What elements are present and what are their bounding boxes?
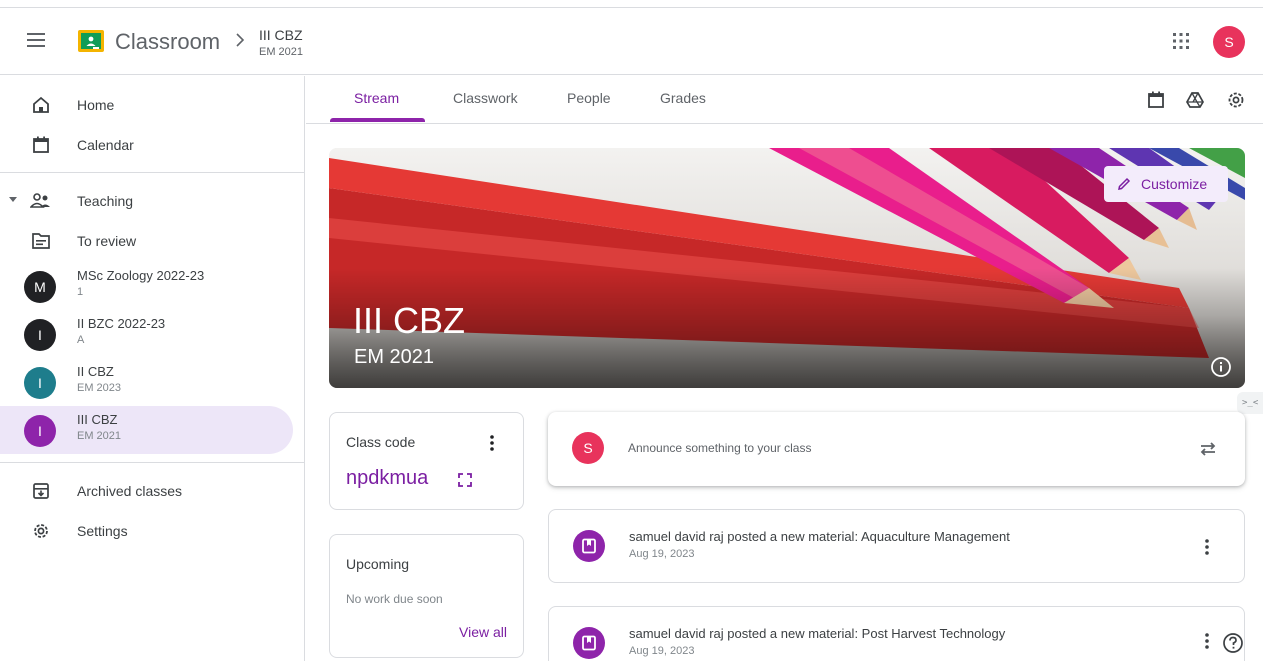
class-tabs: Stream Classwork People Grades [306,76,1263,124]
post-more-button[interactable] [1197,629,1217,653]
repost-icon[interactable] [1196,437,1220,461]
stream-post[interactable]: samuel david raj posted a new material: … [548,606,1245,661]
sidebar-item-teaching[interactable]: Teaching [0,180,293,220]
class-section: EM 2021 [77,430,122,442]
account-avatar[interactable]: S [1213,26,1245,58]
view-all-link[interactable]: View all [459,624,507,640]
breadcrumb-class-section: EM 2021 [259,46,304,58]
class-code-card: Class code npdkmua [329,412,524,510]
sidebar-class-iii-cbz[interactable]: I III CBZ EM 2021 [0,406,293,454]
sidebar-item-archived[interactable]: Archived classes [0,470,293,510]
class-section: 1 [77,286,84,298]
class-banner: III CBZ EM 2021 Customize [329,148,1245,388]
post-title: samuel david raj posted a new material: … [629,626,1006,641]
post-date: Aug 19, 2023 [629,645,695,657]
material-icon [573,530,605,562]
archive-icon [30,480,52,502]
hamburger-icon [27,33,45,47]
tab-classwork[interactable]: Classwork [453,90,518,106]
post-more-button[interactable] [1197,535,1217,559]
home-icon [30,94,52,116]
sidebar-divider [0,172,305,173]
sidebar-class-ii-bzc[interactable]: I II BZC 2022-23 A [0,310,293,358]
class-name: III CBZ [77,412,118,427]
class-name: II CBZ [77,364,114,379]
people-icon [30,190,52,212]
class-section: A [77,334,85,346]
banner-gradient-overlay [329,268,1245,388]
app-name[interactable]: Classroom [115,29,220,55]
tab-people[interactable]: People [567,90,611,106]
gear-icon [30,520,52,542]
class-name: MSc Zoology 2022-23 [77,268,205,283]
material-icon [573,627,605,659]
class-name: II BZC 2022-23 [77,316,166,331]
sidebar-item-settings[interactable]: Settings [0,510,293,550]
post-title: samuel david raj posted a new material: … [629,529,1010,544]
sidebar-item-label: To review [77,233,137,249]
more-vert-icon [1205,539,1209,555]
class-section: EM 2023 [77,382,122,394]
announce-box[interactable]: S Announce something to your class [548,412,1245,486]
class-avatar: M [24,271,56,303]
fullscreen-icon[interactable] [458,473,472,487]
sidebar-class-msc-zoology[interactable]: M MSc Zoology 2022-23 1 [0,262,293,310]
more-vert-icon [1205,633,1209,649]
upcoming-title: Upcoming [346,556,410,572]
google-apps-icon[interactable] [1170,30,1192,52]
class-code-more-button[interactable] [482,431,502,455]
customize-button[interactable]: Customize [1104,166,1228,202]
sidebar-item-label: Calendar [77,137,134,153]
tab-grades[interactable]: Grades [660,90,706,106]
more-vert-icon [490,435,494,451]
calendar-icon[interactable] [1146,90,1166,110]
post-date: Aug 19, 2023 [629,548,695,560]
pencil-icon [1118,177,1131,190]
sidebar-item-calendar[interactable]: Calendar [0,124,293,164]
classroom-logo-icon[interactable] [78,30,104,52]
help-icon[interactable] [1222,632,1244,654]
sidebar-item-to-review[interactable]: To review [0,220,293,260]
upcoming-empty-text: No work due soon [346,592,443,606]
sidebar-item-label: Teaching [77,193,134,209]
caret-down-icon[interactable] [9,197,17,202]
review-folder-icon [30,230,52,252]
class-avatar: I [24,415,56,447]
customize-label: Customize [1141,176,1208,192]
app-header: Classroom III CBZ EM 2021 S [0,8,1263,75]
info-icon[interactable] [1210,356,1232,378]
stream-post[interactable]: samuel david raj posted a new material: … [548,509,1245,583]
class-settings-gear-icon[interactable] [1226,90,1246,110]
class-code-label: Class code [346,434,416,450]
breadcrumb-class-title[interactable]: III CBZ [259,27,303,43]
chevron-right-icon [236,33,245,47]
class-code-value: npdkmua [346,467,429,489]
banner-class-section: EM 2021 [354,346,435,368]
announce-placeholder: Announce something to your class [628,441,812,455]
calendar-icon [30,134,52,156]
active-tab-indicator [330,118,425,122]
tab-stream[interactable]: Stream [354,90,399,106]
class-avatar: I [24,319,56,351]
class-avatar: I [24,367,56,399]
sidebar: Home Calendar Teaching To review M MSc Z… [0,76,305,661]
sidebar-divider [0,462,305,463]
upcoming-card: Upcoming No work due soon View all [329,534,524,658]
user-avatar: S [572,432,604,464]
sidebar-item-label: Archived classes [77,483,183,499]
sidebar-class-ii-cbz[interactable]: I II CBZ EM 2023 [0,358,293,406]
side-panel-tab[interactable]: >_< [1237,392,1263,414]
banner-class-title: III CBZ [353,300,466,341]
sidebar-item-home[interactable]: Home [0,84,293,124]
drive-icon[interactable] [1185,90,1205,110]
sidebar-item-label: Settings [77,523,128,539]
main-menu-button[interactable] [24,28,48,52]
sidebar-item-label: Home [77,97,115,113]
